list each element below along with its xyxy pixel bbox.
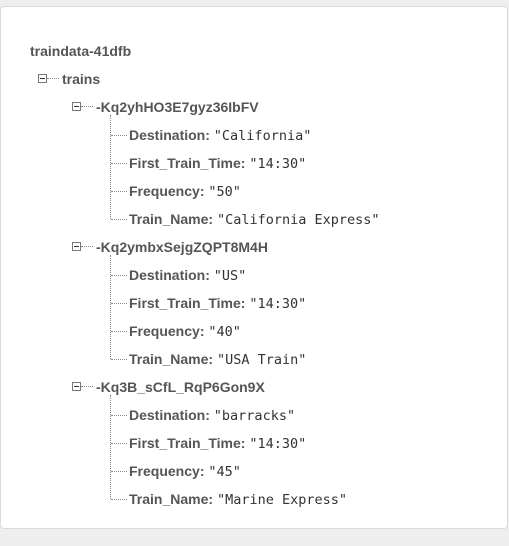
field-name: Train_Name (129, 491, 209, 507)
field-value[interactable]: "California" (214, 128, 312, 144)
tree-connector (110, 115, 111, 219)
field-separator: : (205, 267, 210, 283)
field-value[interactable]: "40" (208, 324, 241, 340)
collapse-trains-icon[interactable] (38, 74, 47, 83)
field-value[interactable]: "14:30" (249, 156, 306, 172)
field-row[interactable]: Train_Name: "California Express" (129, 210, 380, 229)
field-separator: : (205, 127, 210, 143)
field-name: Destination (129, 407, 206, 423)
field-row[interactable]: Train_Name: "USA Train" (129, 350, 306, 369)
field-value[interactable]: "California Express" (217, 212, 380, 228)
field-separator: : (205, 407, 210, 423)
field-separator: : (240, 435, 246, 451)
field-name: First_Train_Time (129, 295, 241, 311)
field-row[interactable]: Frequency: "45" (129, 462, 241, 481)
tree-connector (111, 163, 127, 164)
field-separator: : (240, 155, 246, 171)
field-row[interactable]: First_Train_Time: "14:30" (129, 434, 306, 453)
field-value[interactable]: "Marine Express" (217, 492, 347, 508)
collapse-train-1-icon[interactable] (72, 242, 81, 251)
field-value[interactable]: "barracks" (214, 408, 295, 424)
field-name: Train_Name (129, 351, 209, 367)
field-row[interactable]: Destination: "California" (129, 126, 311, 145)
field-row[interactable]: Destination: "US" (129, 266, 246, 285)
field-separator: : (199, 323, 205, 339)
tree-connector (111, 303, 127, 304)
tree-connector (111, 415, 127, 416)
trains-node-label[interactable]: trains (62, 70, 100, 88)
field-value[interactable]: "45" (208, 464, 241, 480)
tree-connector (111, 359, 127, 360)
field-separator: : (208, 211, 214, 227)
train-2-key[interactable]: -Kq3B_sCfL_RqP6Gon9X (96, 378, 265, 396)
field-row[interactable]: Destination: "barracks" (129, 406, 295, 425)
field-separator: : (208, 491, 214, 507)
field-row[interactable]: Train_Name: "Marine Express" (129, 490, 347, 509)
collapse-train-2-icon[interactable] (72, 382, 81, 391)
field-row[interactable]: Frequency: "40" (129, 322, 241, 341)
field-row[interactable]: Frequency: "50" (129, 182, 241, 201)
field-separator: : (208, 351, 214, 367)
field-value[interactable]: "USA Train" (217, 352, 306, 368)
field-name: First_Train_Time (129, 155, 241, 171)
field-row[interactable]: First_Train_Time: "14:30" (129, 294, 306, 313)
field-separator: : (199, 183, 205, 199)
field-separator: : (240, 295, 246, 311)
tree-connector (47, 78, 59, 79)
field-name: Train_Name (129, 211, 209, 227)
train-0-key[interactable]: -Kq2yhHO3E7gyz36IbFV (96, 98, 259, 116)
field-row[interactable]: First_Train_Time: "14:30" (129, 154, 306, 173)
field-value[interactable]: "US" (214, 268, 247, 284)
tree-connector (111, 499, 127, 500)
field-name: Frequency (129, 323, 200, 339)
tree-connector (111, 331, 127, 332)
tree-connector (81, 106, 93, 107)
collapse-train-0-icon[interactable] (72, 102, 81, 111)
field-value[interactable]: "50" (208, 184, 241, 200)
field-value[interactable]: "14:30" (249, 296, 306, 312)
tree-connector (111, 135, 127, 136)
tree-connector (111, 471, 127, 472)
field-name: Frequency (129, 183, 200, 199)
field-name: First_Train_Time (129, 435, 241, 451)
tree-connector (111, 219, 127, 220)
tree-connector (111, 191, 127, 192)
database-root-label[interactable]: traindata-41dfb (30, 42, 131, 60)
tree-connector (111, 275, 127, 276)
tree-connector (111, 443, 127, 444)
field-value[interactable]: "14:30" (249, 436, 306, 452)
field-name: Destination (129, 127, 206, 143)
train-1-key[interactable]: -Kq2ymbxSejgZQPT8M4H (96, 238, 268, 256)
field-name: Destination (129, 267, 206, 283)
tree-connector (81, 386, 93, 387)
tree-connector (81, 246, 93, 247)
database-panel: traindata-41dfb trains -Kq2yhHO3E7gyz36I… (0, 6, 508, 529)
field-separator: : (199, 463, 205, 479)
tree-connector (110, 395, 111, 499)
field-name: Frequency (129, 463, 200, 479)
tree-connector (110, 255, 111, 359)
